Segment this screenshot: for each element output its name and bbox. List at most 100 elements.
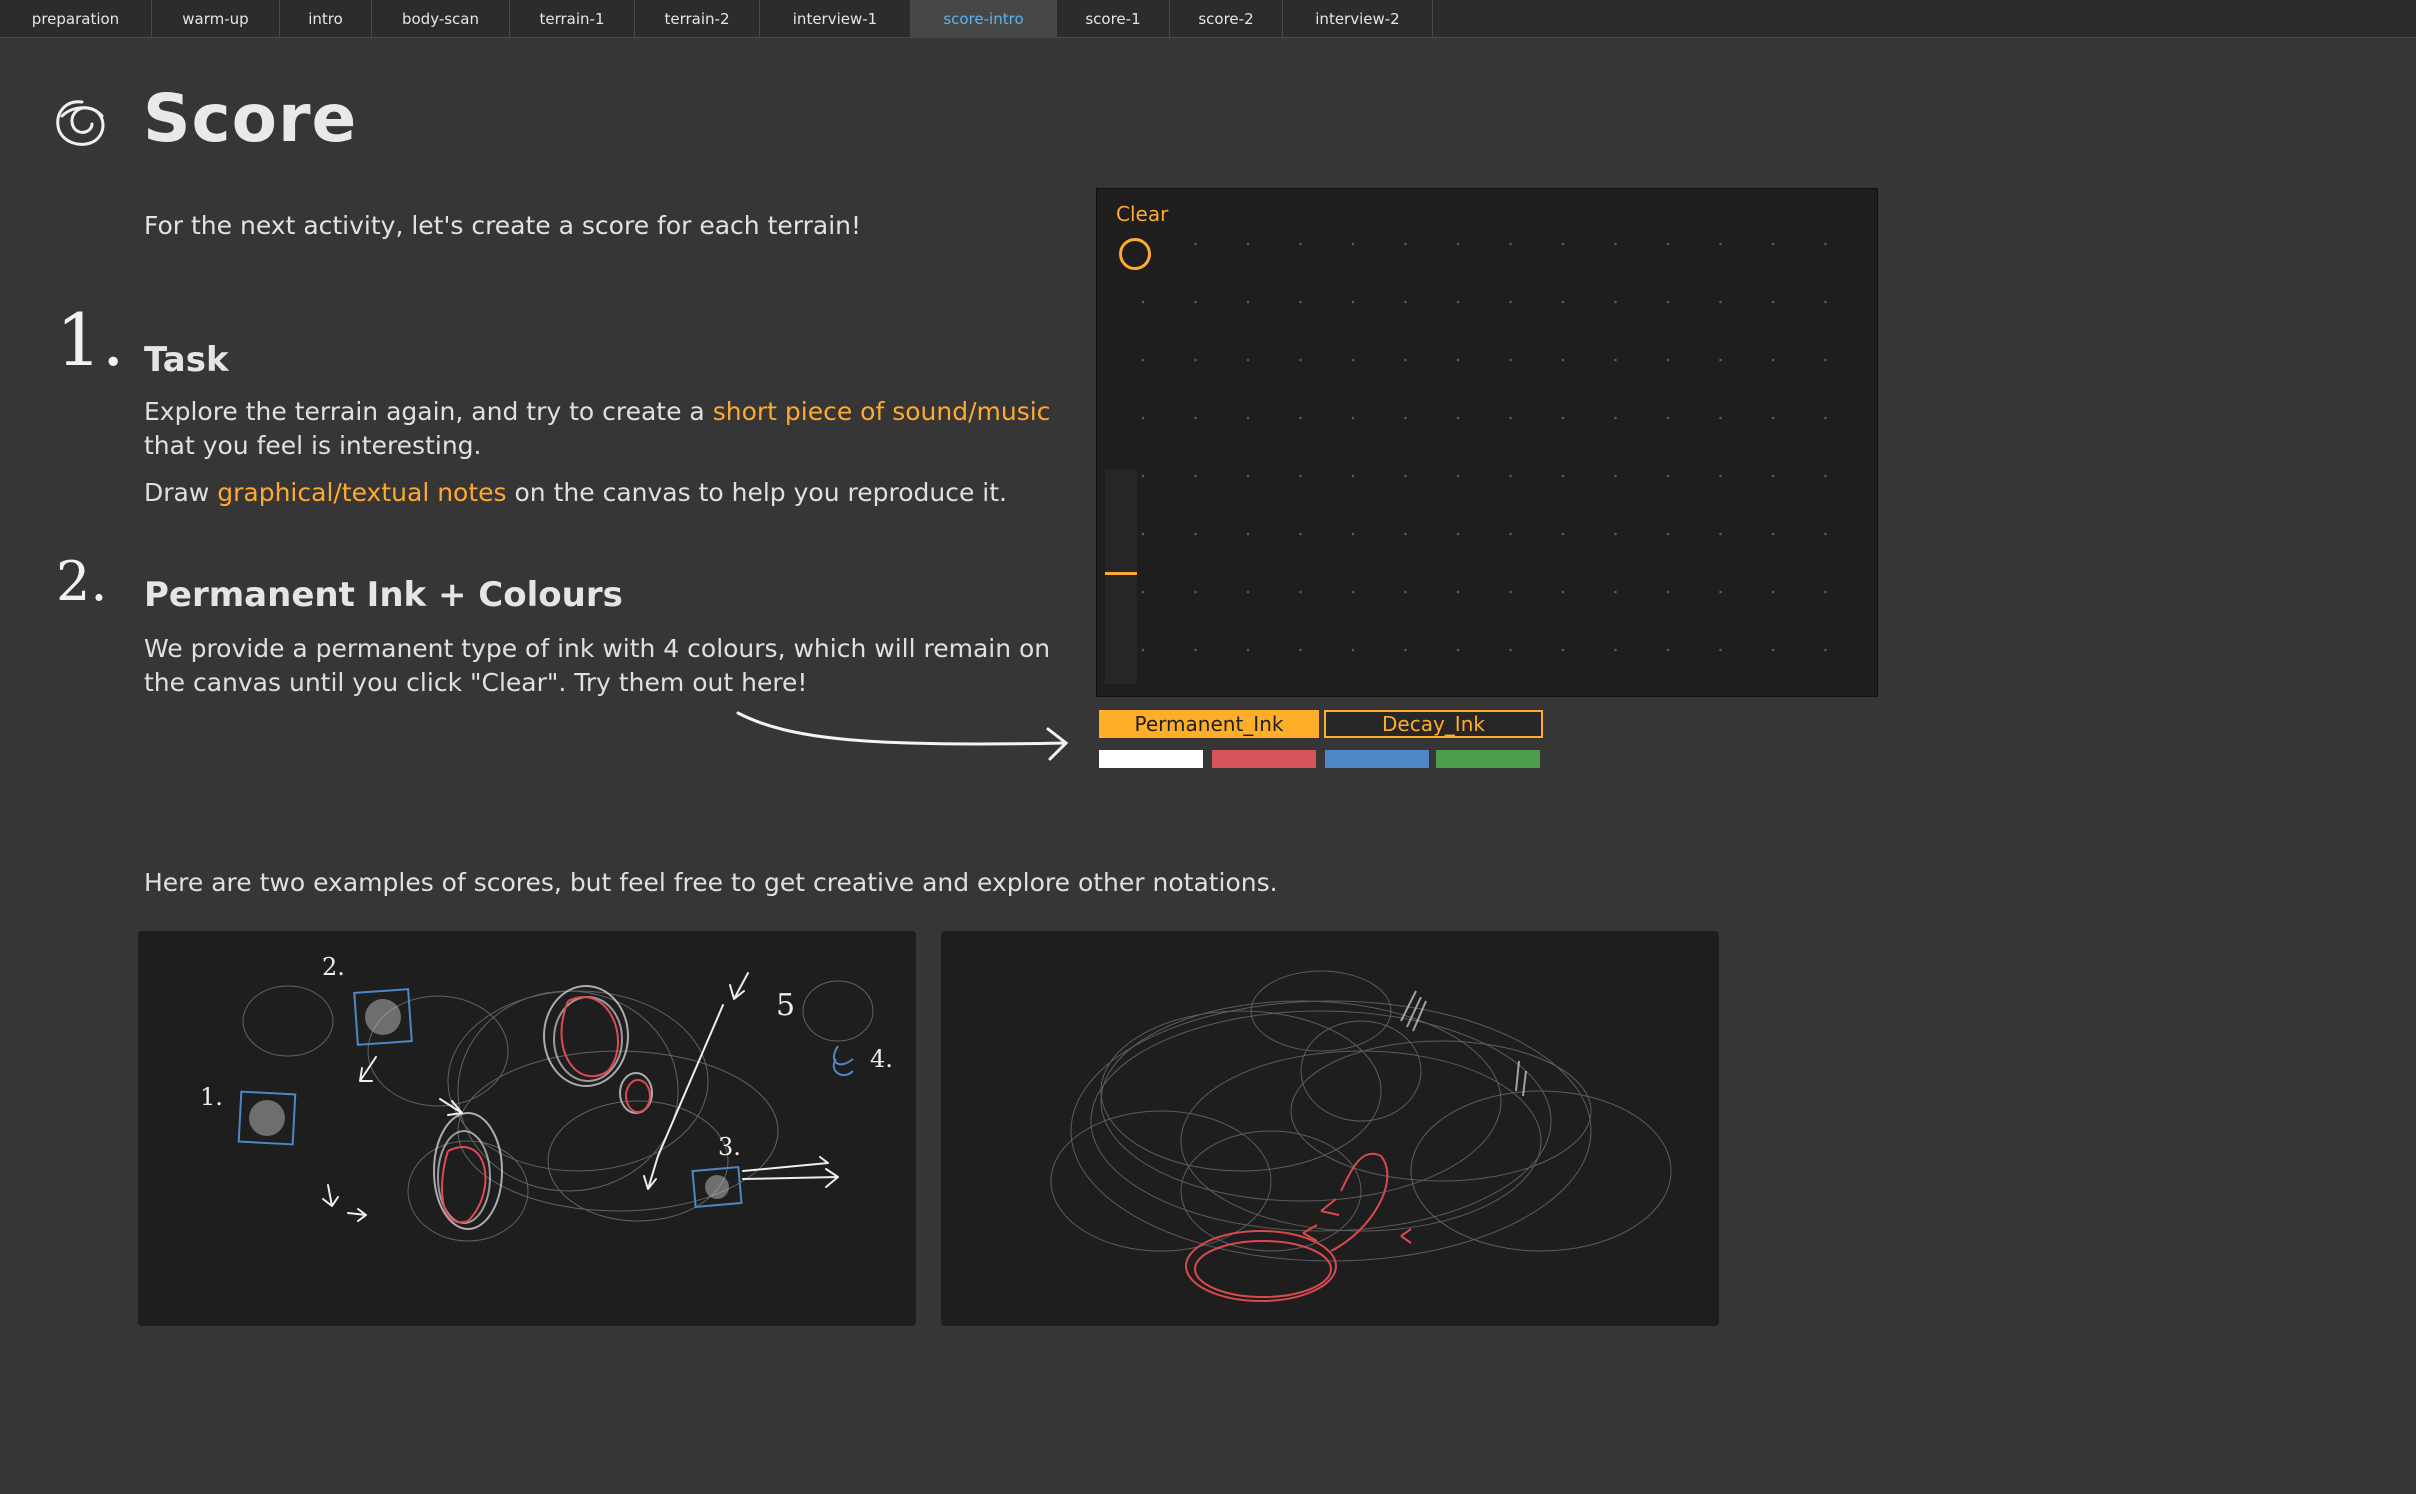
ink-slider[interactable] [1105, 469, 1137, 684]
grid-dot [1561, 300, 1565, 304]
grid-dot [1404, 648, 1407, 652]
grid-dot [1771, 590, 1775, 594]
grid-dot [1141, 300, 1145, 304]
grid-dot [1771, 416, 1775, 420]
permanent-ink-button[interactable]: Permanent_Ink [1099, 710, 1319, 738]
colour-swatch-green[interactable] [1436, 750, 1540, 768]
grid-dot [1719, 242, 1722, 246]
grid-dot [1456, 300, 1460, 304]
example-mark-5: 5 [776, 988, 795, 1023]
grid-dot [1246, 474, 1250, 478]
arrow-icon [736, 711, 1069, 761]
grid-dot [1194, 300, 1197, 304]
step-number-1: 1. [56, 298, 125, 382]
grid-dot [1141, 590, 1145, 594]
grid-dot [1456, 532, 1460, 536]
tab-preparation[interactable]: preparation [0, 0, 152, 37]
grid-dot [1509, 416, 1512, 420]
clear-button[interactable] [1119, 238, 1151, 270]
grid-dot [1614, 648, 1617, 652]
example-score-2 [941, 931, 1719, 1326]
grid-dot [1771, 242, 1775, 246]
grid-dot [1561, 474, 1565, 478]
drawing-canvas[interactable]: Clear [1096, 188, 1878, 697]
grid-dot [1614, 532, 1617, 536]
permanent-line-1: We provide a permanent type of ink with … [144, 634, 1051, 663]
grid-dot [1666, 532, 1670, 536]
tab-warm-up[interactable]: warm-up [152, 0, 280, 37]
clear-label: Clear [1116, 202, 1169, 226]
tab-score-1[interactable]: score-1 [1057, 0, 1170, 37]
grid-dot [1351, 590, 1355, 594]
permanent-ink-heading: Permanent Ink + Colours [144, 575, 623, 615]
grid-dot [1719, 474, 1722, 478]
grid-dot [1194, 648, 1197, 652]
grid-dot [1561, 590, 1565, 594]
grid-dot [1246, 590, 1250, 594]
example-mark-3: 3. [718, 1133, 741, 1161]
grid-dot [1509, 532, 1512, 536]
grid-dot [1351, 416, 1355, 420]
grid-dot [1404, 358, 1407, 362]
grid-dot [1141, 474, 1145, 478]
colour-swatch-red[interactable] [1212, 750, 1316, 768]
colour-swatch-blue[interactable] [1325, 750, 1429, 768]
grid-dot [1456, 416, 1460, 420]
grid-dot [1666, 358, 1670, 362]
tab-intro[interactable]: intro [280, 0, 372, 37]
grid-dot [1824, 358, 1827, 362]
dot-grid [1141, 242, 1827, 652]
grid-dot [1246, 532, 1250, 536]
grid-dot [1614, 358, 1617, 362]
grid-dot [1561, 648, 1565, 652]
task-line-2: that you feel is interesting. [144, 431, 482, 460]
grid-dot [1404, 300, 1407, 304]
grid-dot [1194, 590, 1197, 594]
grid-dot [1246, 242, 1250, 246]
grid-dot [1299, 416, 1302, 420]
tab-interview-1[interactable]: interview-1 [760, 0, 911, 37]
grid-dot [1824, 590, 1827, 594]
tab-terrain-2[interactable]: terrain-2 [635, 0, 760, 37]
example-score-1: 1. 2. 3. 4. 5 [138, 931, 916, 1326]
example-score-2-drawing [1050, 970, 1672, 1302]
grid-dot [1614, 474, 1617, 478]
grid-dot [1666, 474, 1670, 478]
colour-swatch-white[interactable] [1099, 750, 1203, 768]
tab-score-intro[interactable]: score-intro [911, 0, 1057, 37]
grid-dot [1719, 648, 1722, 652]
tab-terrain-1[interactable]: terrain-1 [510, 0, 635, 37]
grid-dot [1824, 300, 1827, 304]
grid-dot [1666, 242, 1670, 246]
example-mark-2: 2. [322, 953, 345, 981]
grid-dot [1824, 242, 1827, 246]
grid-dot [1614, 416, 1617, 420]
tab-score-2[interactable]: score-2 [1170, 0, 1283, 37]
grid-dot [1824, 416, 1827, 420]
grid-dot [1509, 242, 1512, 246]
tab-body-scan[interactable]: body-scan [372, 0, 510, 37]
grid-dot [1666, 648, 1670, 652]
grid-dot [1509, 590, 1512, 594]
grid-dot [1194, 416, 1197, 420]
grid-dot [1771, 532, 1775, 536]
grid-dot [1824, 474, 1827, 478]
grid-dot [1561, 416, 1565, 420]
grid-dot [1824, 532, 1827, 536]
highlight-short-piece: short piece of sound/music [712, 397, 1051, 426]
tab-interview-2[interactable]: interview-2 [1283, 0, 1433, 37]
grid-dot [1404, 474, 1407, 478]
example-mark-1: 1. [200, 1083, 223, 1111]
task-heading: Task [144, 340, 229, 380]
decay-ink-button[interactable]: Decay_Ink [1324, 710, 1543, 738]
grid-dot [1614, 300, 1617, 304]
grid-dot [1246, 300, 1250, 304]
scribble-icon [56, 100, 105, 146]
grid-dot [1509, 300, 1512, 304]
grid-dot [1456, 590, 1460, 594]
grid-dot [1404, 590, 1407, 594]
grid-dot [1509, 648, 1512, 652]
step-number-2: 2. [56, 550, 108, 613]
slider-handle[interactable] [1105, 572, 1137, 575]
grid-dot [1666, 416, 1670, 420]
